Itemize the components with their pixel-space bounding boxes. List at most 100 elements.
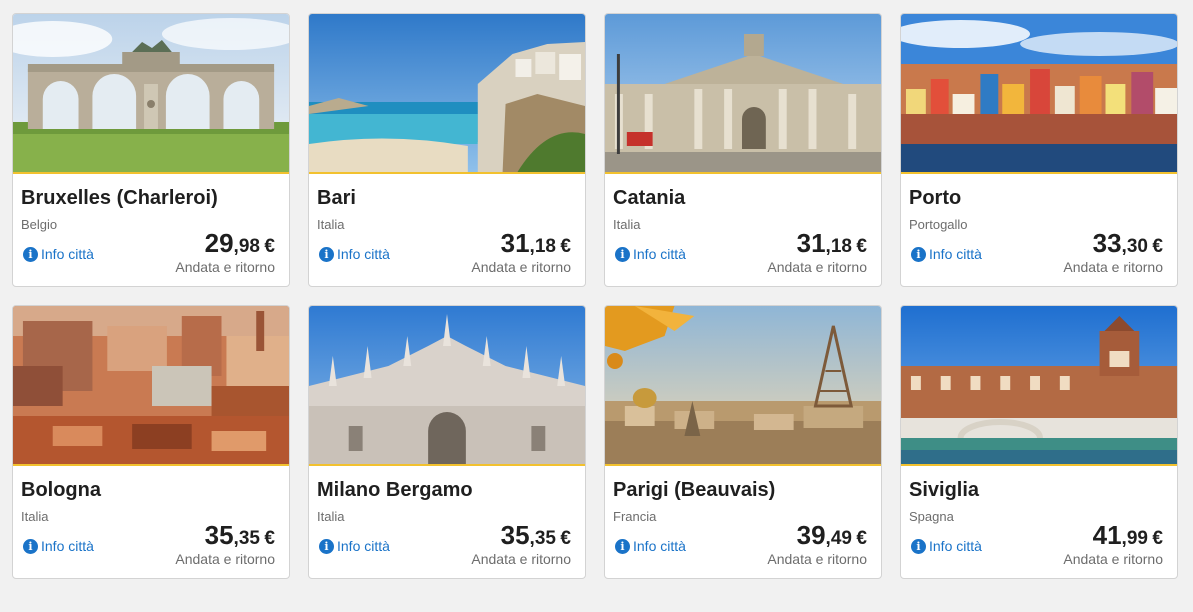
info-city-label: Info città xyxy=(633,538,686,554)
price-decimal: 98 xyxy=(238,236,260,257)
price: 35,35 € xyxy=(205,520,275,551)
price-decimal: 18 xyxy=(534,236,556,257)
price-decimal: 30 xyxy=(1126,236,1148,257)
city-name: Parigi (Beauvais) xyxy=(613,479,776,501)
info-icon: i xyxy=(615,246,630,262)
trip-type: Andata e ritorno xyxy=(1063,259,1163,275)
info-city-label: Info città xyxy=(929,538,982,554)
info-icon: i xyxy=(319,538,334,554)
trip-type: Andata e ritorno xyxy=(767,259,867,275)
price: 39,49 € xyxy=(797,520,867,551)
price-currency: € xyxy=(1152,236,1163,257)
destination-card-bruxelles[interactable]: Bruxelles (Charleroi) Belgio i Info citt… xyxy=(12,13,290,287)
info-city-label: Info città xyxy=(337,246,390,262)
card-accent-bar xyxy=(309,172,585,174)
price-integer: 33 xyxy=(1092,228,1122,258)
country-name: Italia xyxy=(317,509,345,524)
price: 41,99 € xyxy=(1093,520,1163,551)
destination-photo-bologna xyxy=(13,306,289,464)
price: 31,18 € xyxy=(501,228,571,259)
info-city-link[interactable]: i Info città xyxy=(911,246,982,262)
destination-card-siviglia[interactable]: Siviglia Spagna i Info città 41,99 € And… xyxy=(900,305,1178,579)
price-currency: € xyxy=(264,236,275,257)
price-integer: 35 xyxy=(204,520,234,550)
country-name: Italia xyxy=(613,217,641,232)
card-accent-bar xyxy=(605,172,881,174)
destination-photo-bruxelles xyxy=(13,14,289,172)
info-city-label: Info città xyxy=(41,538,94,554)
info-city-label: Info città xyxy=(929,246,982,262)
destination-card-bologna[interactable]: Bologna Italia i Info città 35,35 € Anda… xyxy=(12,305,290,579)
price: 31,18 € xyxy=(797,228,867,259)
price-currency: € xyxy=(560,236,571,257)
price: 35,35 € xyxy=(501,520,571,551)
trip-type: Andata e ritorno xyxy=(471,551,571,567)
info-city-label: Info città xyxy=(633,246,686,262)
info-icon: i xyxy=(23,538,38,554)
info-city-link[interactable]: i Info città xyxy=(23,246,94,262)
info-icon: i xyxy=(911,538,926,554)
destination-photo-porto xyxy=(901,14,1177,172)
info-city-link[interactable]: i Info città xyxy=(319,538,390,554)
country-name: Francia xyxy=(613,509,657,524)
info-city-label: Info città xyxy=(41,246,94,262)
price-integer: 35 xyxy=(500,520,530,550)
price-currency: € xyxy=(856,528,867,549)
card-accent-bar xyxy=(13,464,289,466)
price-decimal: 99 xyxy=(1126,528,1148,549)
price: 33,30 € xyxy=(1093,228,1163,259)
price-integer: 31 xyxy=(796,228,826,258)
city-name: Porto xyxy=(909,187,962,209)
city-name: Bologna xyxy=(21,479,101,501)
destination-photo-bari xyxy=(309,14,585,172)
card-accent-bar xyxy=(901,172,1177,174)
info-city-link[interactable]: i Info città xyxy=(319,246,390,262)
destination-card-milano-bergamo[interactable]: Milano Bergamo Italia i Info città 35,35… xyxy=(308,305,586,579)
info-city-link[interactable]: i Info città xyxy=(615,538,686,554)
price-currency: € xyxy=(264,528,275,549)
info-icon: i xyxy=(23,246,38,262)
destination-photo-catania xyxy=(605,14,881,172)
price-integer: 39 xyxy=(796,520,826,550)
city-name: Siviglia xyxy=(909,479,980,501)
destination-card-parigi[interactable]: Parigi (Beauvais) Francia i Info città 3… xyxy=(604,305,882,579)
info-icon: i xyxy=(615,538,630,554)
price-decimal: 35 xyxy=(534,528,556,549)
info-city-label: Info città xyxy=(337,538,390,554)
price-currency: € xyxy=(560,528,571,549)
destination-card-porto[interactable]: Porto Portogallo i Info città 33,30 € An… xyxy=(900,13,1178,287)
info-city-link[interactable]: i Info città xyxy=(911,538,982,554)
country-name: Italia xyxy=(317,217,345,232)
destination-photo-parigi xyxy=(605,306,881,464)
trip-type: Andata e ritorno xyxy=(1063,551,1163,567)
trip-type: Andata e ritorno xyxy=(175,551,275,567)
price-integer: 29 xyxy=(204,228,234,258)
price-decimal: 49 xyxy=(830,528,852,549)
trip-type: Andata e ritorno xyxy=(471,259,571,275)
country-name: Italia xyxy=(21,509,49,524)
trip-type: Andata e ritorno xyxy=(767,551,867,567)
price-decimal: 35 xyxy=(238,528,260,549)
destination-photo-siviglia xyxy=(901,306,1177,464)
destination-card-catania[interactable]: Catania Italia i Info città 31,18 € Anda… xyxy=(604,13,882,287)
destination-photo-milano-bergamo xyxy=(309,306,585,464)
price-decimal: 18 xyxy=(830,236,852,257)
price-integer: 31 xyxy=(500,228,530,258)
card-accent-bar xyxy=(901,464,1177,466)
info-city-link[interactable]: i Info città xyxy=(615,246,686,262)
info-city-link[interactable]: i Info città xyxy=(23,538,94,554)
price: 29,98 € xyxy=(205,228,275,259)
price-integer: 41 xyxy=(1092,520,1122,550)
info-icon: i xyxy=(911,246,926,262)
city-name: Bari xyxy=(317,187,356,209)
price-currency: € xyxy=(1152,528,1163,549)
price-currency: € xyxy=(856,236,867,257)
country-name: Belgio xyxy=(21,217,58,232)
city-name: Catania xyxy=(613,187,686,209)
card-accent-bar xyxy=(605,464,881,466)
card-accent-bar xyxy=(13,172,289,174)
trip-type: Andata e ritorno xyxy=(175,259,275,275)
destination-card-bari[interactable]: Bari Italia i Info città 31,18 € Andata … xyxy=(308,13,586,287)
destinations-grid: Bruxelles (Charleroi) Belgio i Info citt… xyxy=(0,0,1193,612)
country-name: Portogallo xyxy=(909,217,968,232)
